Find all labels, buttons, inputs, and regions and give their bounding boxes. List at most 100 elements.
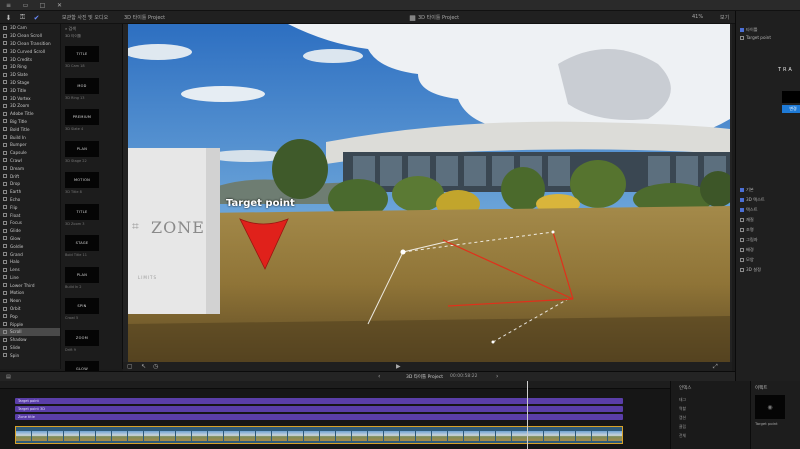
select-tool-icon[interactable]: ↖ — [141, 363, 146, 370]
browser-item[interactable]: Big Title — [0, 118, 60, 126]
index-row[interactable]: 전체 — [679, 433, 686, 439]
effect-thumbnail-icon[interactable]: ◉ — [755, 395, 785, 419]
inspector-row[interactable]: 모양 — [740, 257, 754, 263]
browser-item[interactable]: Echo — [0, 196, 60, 204]
checkbox[interactable] — [740, 238, 744, 242]
browser-item[interactable]: Neon — [0, 297, 60, 305]
browser-item[interactable]: Drop — [0, 180, 60, 188]
timeline[interactable]: Target point Target point 3D Zone title — [0, 381, 670, 449]
browser-item[interactable]: Motion — [0, 289, 60, 297]
title-thumbnail[interactable]: SPIN — [65, 298, 99, 314]
browser-item[interactable]: 3D Curved Scroll — [0, 47, 60, 55]
browser-item[interactable]: Adobe Title — [0, 110, 60, 118]
inspector-change-button[interactable]: 변경 — [782, 105, 800, 113]
inspector-row[interactable]: 재질 — [740, 217, 754, 223]
title-thumbnail[interactable]: PREMIUM — [65, 109, 99, 125]
title-thumbnail[interactable]: MOTION — [65, 172, 99, 188]
view-menu[interactable]: 보기 — [720, 14, 729, 21]
checkbox[interactable] — [740, 198, 744, 202]
video-clip[interactable] — [15, 426, 623, 444]
browser-item[interactable]: 3D Clean Scroll — [0, 32, 60, 40]
playhead[interactable] — [527, 381, 528, 449]
browser-item[interactable]: Drift — [0, 172, 60, 180]
browser-item[interactable]: Bold Title — [0, 125, 60, 133]
overlay-title[interactable]: Target point — [226, 198, 295, 209]
inspector-row[interactable]: 그림자 — [740, 237, 758, 243]
title-track-2[interactable]: Target point 3D — [15, 406, 623, 412]
browser-item[interactable]: Grand — [0, 250, 60, 258]
checkbox[interactable] — [740, 208, 744, 212]
import-icon[interactable]: ⬇ — [4, 13, 13, 22]
checkbox[interactable] — [740, 228, 744, 232]
browser-item[interactable]: 3D Clean Transition — [0, 40, 60, 48]
browser-item[interactable]: 3D Vortex — [0, 94, 60, 102]
transform-icon[interactable]: ▢ — [127, 363, 133, 370]
next-icon[interactable]: › — [496, 373, 498, 380]
browser-item[interactable]: Build In — [0, 133, 60, 141]
browser-item[interactable]: Lower Third — [0, 281, 60, 289]
browser-item[interactable]: Bumper — [0, 141, 60, 149]
browser-item[interactable]: Capsule — [0, 149, 60, 157]
browser-item[interactable]: Flip — [0, 203, 60, 211]
title-thumbnail[interactable]: TITLE — [65, 46, 99, 62]
search-field[interactable]: ⌕ 검색 — [65, 26, 76, 32]
check-icon[interactable]: ✔ — [32, 13, 41, 22]
index-row[interactable]: 클립 — [679, 424, 686, 430]
browser-item[interactable]: Spin — [0, 351, 60, 359]
browser-item[interactable]: 3D Stage — [0, 79, 60, 87]
browser-item[interactable]: 3D Title — [0, 86, 60, 94]
menu-icon[interactable]: ≡ — [4, 2, 13, 9]
browser-item[interactable]: Lens — [0, 266, 60, 274]
minimize-icon[interactable]: ▭ — [21, 2, 30, 9]
inspector-row[interactable]: 배경 — [740, 247, 754, 253]
inspector-row[interactable]: 조명 — [740, 227, 754, 233]
close-icon[interactable]: ✕ — [55, 2, 64, 9]
checkbox[interactable] — [740, 188, 744, 192]
inspector-row[interactable]: 3D 설정 — [740, 267, 761, 273]
browser-item[interactable]: 3D Slate — [0, 71, 60, 79]
fullscreen-icon[interactable]: ⤢ — [713, 363, 718, 371]
timeline-ruler[interactable] — [0, 381, 670, 389]
browser-item[interactable]: Line — [0, 274, 60, 282]
browser-item[interactable]: Earth — [0, 188, 60, 196]
effect-name[interactable]: Target point — [755, 421, 778, 426]
maximize-icon[interactable]: □ — [38, 2, 47, 9]
browser-item[interactable]: Focus — [0, 219, 60, 227]
browser-item[interactable]: Glow — [0, 235, 60, 243]
checkbox[interactable] — [740, 268, 744, 272]
title-thumbnail[interactable]: PLAN — [65, 266, 99, 283]
browser-item[interactable]: Scroll — [0, 328, 60, 336]
browser-item[interactable]: Pop — [0, 312, 60, 320]
browser-item[interactable]: 3D Ring — [0, 63, 60, 71]
checkbox[interactable] — [740, 258, 744, 262]
browser-item[interactable]: 3D Cam — [0, 24, 60, 32]
title-thumbnail[interactable]: TITLE — [65, 203, 99, 220]
browser-item[interactable]: 3D Credits — [0, 55, 60, 63]
title-thumbnail[interactable]: STAGE — [65, 235, 99, 251]
inspector-row[interactable]: 텍스트 — [740, 207, 758, 213]
title-track-3[interactable]: Zone title — [15, 414, 623, 420]
video-preview[interactable]: ZONE ⌗ LIMITS Target point — [128, 24, 730, 362]
browser-item[interactable]: Dream — [0, 164, 60, 172]
zoom-label[interactable]: 41% — [692, 14, 703, 20]
browser-item[interactable]: Orbit — [0, 305, 60, 313]
title-thumbnail[interactable]: MOD — [65, 77, 99, 94]
inspector-row[interactable]: 기본 — [740, 187, 754, 193]
browser-item[interactable]: 3D Zoom — [0, 102, 60, 110]
checkbox[interactable] — [740, 218, 744, 222]
browser-item[interactable]: Slide — [0, 344, 60, 352]
timeline-index-icon[interactable]: ▤ — [6, 374, 11, 380]
checkbox[interactable] — [740, 248, 744, 252]
speed-icon[interactable]: ◷ — [153, 363, 158, 370]
title-track-1[interactable]: Target point — [15, 398, 623, 404]
browser-item[interactable]: Shadow — [0, 336, 60, 344]
inspector-row[interactable]: 3D 텍스트 — [740, 197, 765, 203]
index-row[interactable]: 태그 — [679, 397, 686, 403]
index-row[interactable]: 캡션 — [679, 415, 686, 421]
title-thumbnail[interactable]: PLAN — [65, 140, 99, 157]
title-thumbnail[interactable]: ZOOM — [65, 329, 99, 346]
prev-icon[interactable]: ‹ — [378, 373, 380, 380]
browser-item[interactable]: Halo — [0, 258, 60, 266]
browser-item[interactable]: Glide — [0, 227, 60, 235]
browser-item[interactable]: Crawl — [0, 157, 60, 165]
